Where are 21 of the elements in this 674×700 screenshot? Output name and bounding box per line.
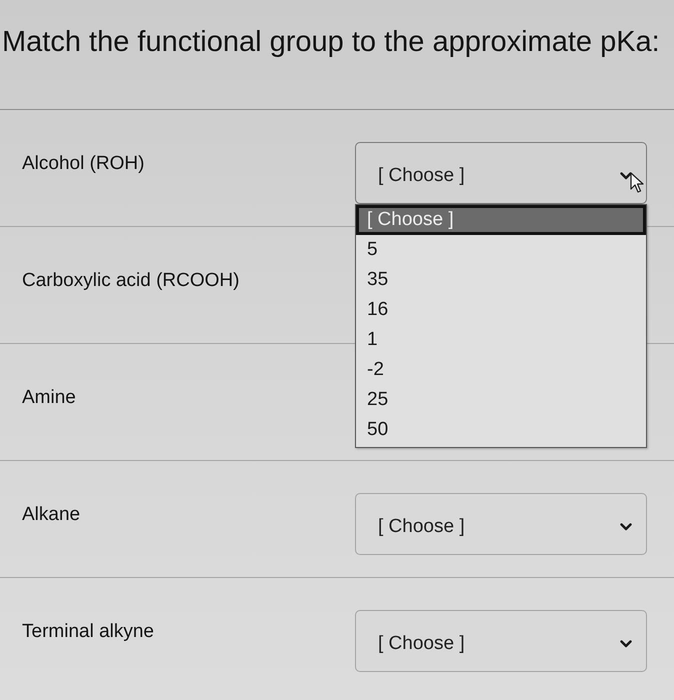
- group-label: Amine: [22, 387, 76, 409]
- choose-dropdown[interactable]: [ Choose ]: [355, 610, 647, 672]
- dropdown-option[interactable]: 5: [356, 235, 646, 265]
- dropdown-option[interactable]: 50: [356, 415, 646, 445]
- group-label: Alcohol (ROH): [22, 153, 144, 175]
- dropdown-option[interactable]: 16: [356, 295, 646, 325]
- dropdown-option[interactable]: 25: [356, 385, 646, 415]
- dropdown-option[interactable]: -2: [356, 355, 646, 385]
- pointer-cursor-icon: [630, 172, 644, 193]
- chevron-down-icon: [620, 640, 632, 648]
- choose-dropdown[interactable]: [ Choose ]: [355, 142, 647, 204]
- question-title: Match the functional group to the approximate pKa:: [0, 0, 674, 110]
- dropdown-option[interactable]: [ Choose ]: [356, 205, 646, 235]
- choose-dropdown[interactable]: [ Choose ]: [355, 493, 647, 555]
- chevron-down-icon: [620, 172, 632, 180]
- group-label: Alkane: [22, 504, 80, 526]
- dropdown-option[interactable]: 1: [356, 325, 646, 355]
- chevron-down-icon: [620, 523, 632, 531]
- group-label: Carboxylic acid (RCOOH): [22, 270, 240, 292]
- dropdown-option[interactable]: 35: [356, 265, 646, 295]
- group-label: Terminal alkyne: [22, 621, 154, 643]
